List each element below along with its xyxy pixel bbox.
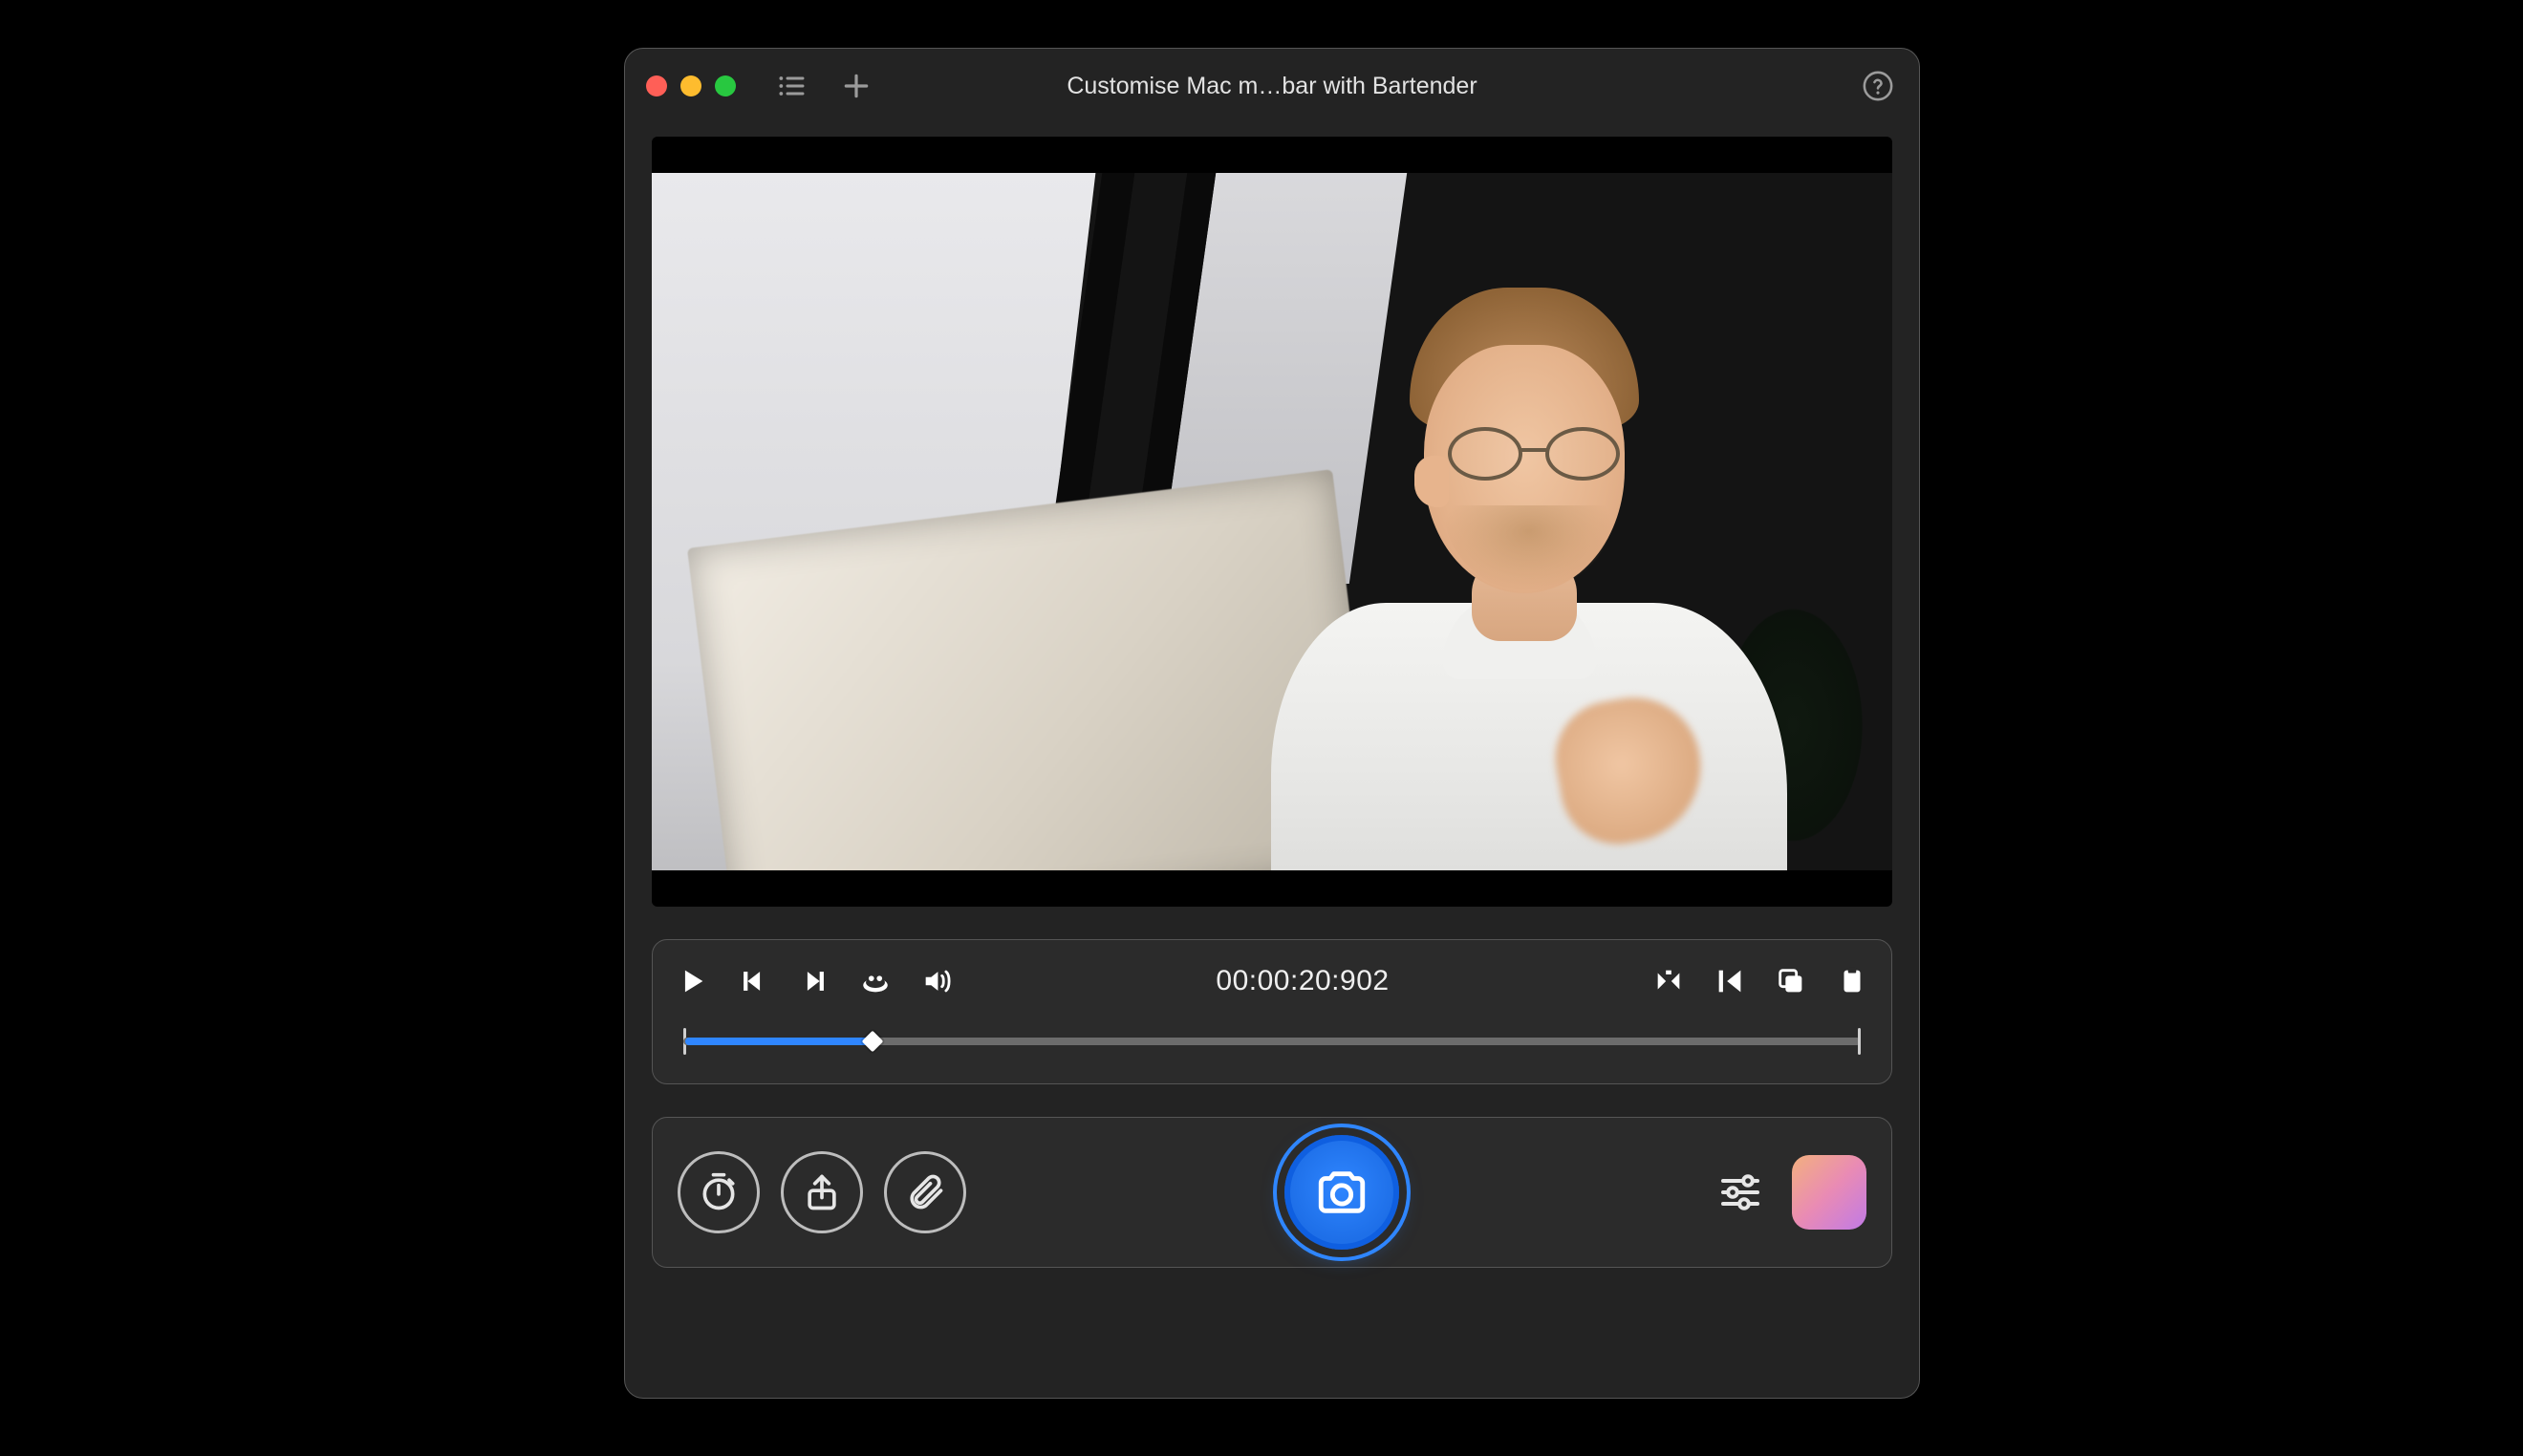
copy-icon[interactable]: [1775, 965, 1807, 997]
help-icon[interactable]: [1862, 70, 1894, 102]
sliders-icon[interactable]: [1717, 1169, 1763, 1215]
timecode: 00:00:20:902: [1216, 965, 1389, 997]
timeline-scrubber[interactable]: [676, 1024, 1868, 1059]
plus-icon[interactable]: [841, 71, 872, 101]
video-preview[interactable]: [652, 137, 1892, 907]
share-icon[interactable]: [781, 1151, 863, 1233]
window-controls: [646, 75, 736, 96]
timeline-progress: [685, 1038, 873, 1045]
titlebar: Customise Mac m…bar with Bartender: [625, 49, 1919, 123]
step-forward-icon[interactable]: [798, 965, 830, 997]
paperclip-icon[interactable]: [884, 1151, 966, 1233]
paste-icon[interactable]: [1836, 965, 1868, 997]
transport-panel: 00:00:20:902: [652, 939, 1892, 1084]
timeline-playhead[interactable]: [862, 1031, 884, 1053]
close-window-button[interactable]: [646, 75, 667, 96]
list-icon[interactable]: [776, 71, 807, 101]
trim-start-icon[interactable]: [1714, 965, 1746, 997]
app-window: Customise Mac m…bar with Bartender: [624, 48, 1920, 1399]
play-icon[interactable]: [676, 965, 708, 997]
camera-icon[interactable]: [1284, 1135, 1399, 1250]
minimize-window-button[interactable]: [680, 75, 701, 96]
timer-icon[interactable]: [678, 1151, 760, 1233]
zoom-window-button[interactable]: [715, 75, 736, 96]
video-frame-image: [652, 173, 1892, 870]
color-swatch[interactable]: [1792, 1155, 1866, 1230]
volume-icon[interactable]: [920, 965, 953, 997]
timeline-out-marker[interactable]: [1858, 1028, 1861, 1055]
speed-icon[interactable]: [859, 965, 892, 997]
loop-region-icon[interactable]: [1652, 965, 1685, 997]
step-back-icon[interactable]: [737, 965, 769, 997]
action-bar: [652, 1117, 1892, 1268]
